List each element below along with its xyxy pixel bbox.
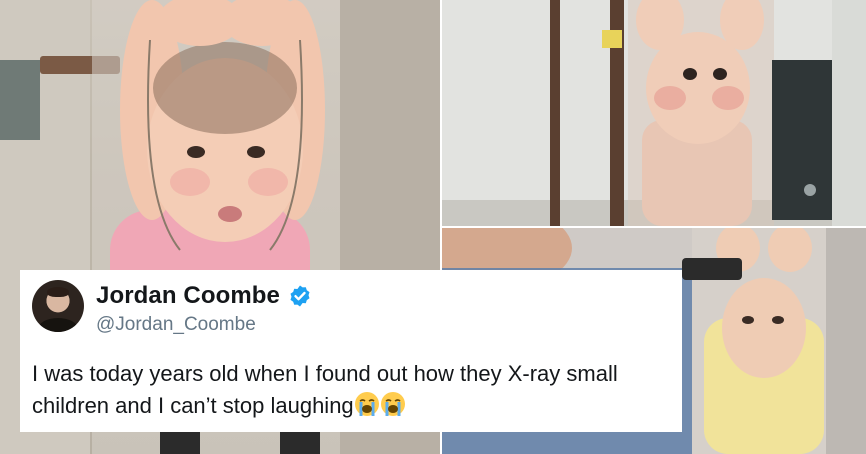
loudly-crying-face-emoji-icon bbox=[380, 391, 406, 417]
verified-badge-icon bbox=[288, 284, 312, 308]
baby-xray-photo-top-right bbox=[442, 0, 866, 226]
baby-in-xray-holder-illustration bbox=[442, 0, 866, 226]
tweet-text-line-1: I was today years old when I found out h… bbox=[32, 361, 618, 386]
tweet-text: I was today years old when I found out h… bbox=[32, 358, 672, 422]
tweet-card[interactable]: Jordan Coombe @Jordan_Coombe I was today… bbox=[20, 270, 682, 432]
loudly-crying-face-emoji-icon bbox=[354, 391, 380, 417]
tweet-author-row: Jordan Coombe bbox=[96, 282, 312, 310]
avatar[interactable] bbox=[32, 280, 84, 332]
user-handle[interactable]: @Jordan_Coombe bbox=[96, 314, 256, 336]
tweet-text-line-2: children and I can’t stop laughing bbox=[32, 393, 354, 418]
display-name[interactable]: Jordan Coombe bbox=[96, 282, 280, 310]
